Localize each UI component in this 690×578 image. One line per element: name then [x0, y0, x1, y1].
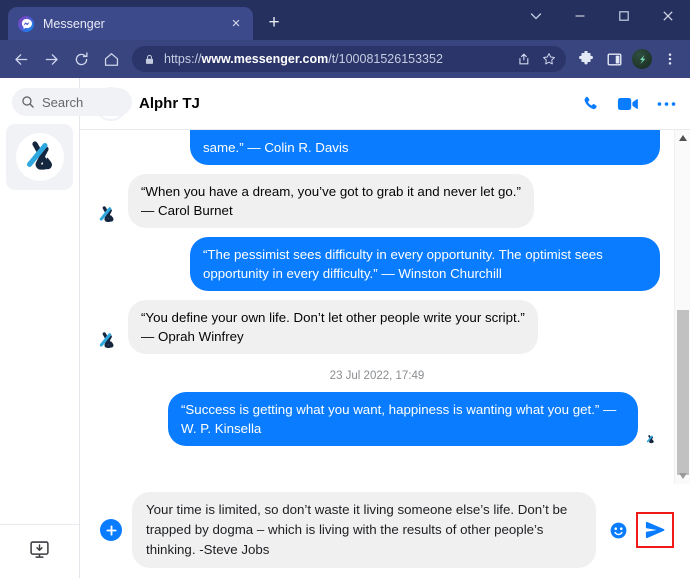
- desktop-download-icon[interactable]: [29, 539, 50, 565]
- star-icon[interactable]: [536, 47, 562, 71]
- lock-icon: [144, 54, 155, 65]
- sidebar-thread-alphr[interactable]: [6, 124, 73, 190]
- message-bubble-outgoing[interactable]: “Success is getting what you want, happi…: [168, 392, 638, 446]
- side-panel-icon[interactable]: [600, 45, 628, 73]
- tab-close-icon[interactable]: ×: [227, 16, 245, 31]
- message-list: same.” — Colin R. Davis “When you have a…: [80, 130, 674, 461]
- three-dot-menu-icon[interactable]: [656, 45, 684, 73]
- back-arrow-icon[interactable]: [6, 44, 36, 74]
- home-icon[interactable]: [96, 44, 126, 74]
- scroll-up-arrow-icon[interactable]: [675, 130, 690, 146]
- search-placeholder: Search: [42, 94, 84, 110]
- message-bubble-outgoing[interactable]: same.” — Colin R. Davis: [190, 130, 660, 165]
- page-content: Search Alphr TJ same.” — Colin R. Davis …: [0, 78, 690, 578]
- messenger-favicon-icon: [18, 15, 34, 32]
- url-path: /t/100081526153352: [328, 52, 443, 66]
- browser-tab-messenger[interactable]: Messenger ×: [8, 7, 253, 40]
- message-bubble-outgoing[interactable]: “The pessimist sees difficulty in every …: [190, 237, 660, 291]
- forward-arrow-icon[interactable]: [36, 44, 66, 74]
- message-timestamp: 23 Jul 2022, 17:49: [329, 370, 425, 382]
- window-controls: [514, 0, 690, 40]
- url-scheme: https://: [164, 52, 202, 66]
- more-options-icon[interactable]: [657, 101, 676, 107]
- scrollbar-thumb[interactable]: [677, 310, 689, 475]
- minimize-icon[interactable]: [558, 0, 602, 31]
- message-bubble-incoming[interactable]: “When you have a dream, you’ve got to gr…: [128, 174, 534, 228]
- message-composer: Your time is limited, so don’t waste it …: [80, 484, 690, 578]
- message-bubble-incoming[interactable]: “You define your own life. Don’t let oth…: [128, 300, 538, 354]
- browser-window: Messenger × + https://www.messenger.com/…: [0, 0, 690, 578]
- share-icon[interactable]: [510, 47, 536, 71]
- browser-toolbar: https://www.messenger.com/t/100081526153…: [0, 40, 690, 78]
- address-bar[interactable]: https://www.messenger.com/t/100081526153…: [132, 46, 566, 72]
- send-paper-plane-icon: [645, 521, 665, 539]
- chat-header: Alphr TJ: [80, 78, 690, 130]
- thread-scrollbar[interactable]: [674, 130, 690, 484]
- alphr-logo-avatar: [15, 133, 64, 181]
- tab-title: Messenger: [43, 16, 105, 31]
- message-row: same.” — Colin R. Davis: [94, 130, 660, 165]
- messenger-sidebar: Search: [0, 78, 132, 578]
- close-icon[interactable]: [646, 0, 690, 31]
- message-avatar: [94, 328, 120, 354]
- phone-icon[interactable]: [580, 94, 599, 113]
- emoji-smiley-icon[interactable]: [606, 518, 630, 542]
- tab-strip: Messenger × +: [0, 0, 690, 40]
- url-text: https://www.messenger.com/t/100081526153…: [164, 52, 510, 66]
- plus-circle-icon[interactable]: [100, 519, 122, 541]
- message-row: “When you have a dream, you’ve got to gr…: [94, 174, 660, 228]
- message-thread: same.” — Colin R. Davis “When you have a…: [80, 130, 690, 484]
- seen-receipt-avatar: [644, 433, 660, 446]
- puzzle-icon[interactable]: [572, 45, 600, 73]
- scroll-down-arrow-icon[interactable]: [675, 468, 690, 484]
- chat-header-actions: [580, 94, 676, 113]
- search-icon: [21, 95, 35, 109]
- message-row: “The pessimist sees difficulty in every …: [94, 237, 660, 291]
- message-draft-text[interactable]: Your time is limited, so don’t waste it …: [146, 500, 582, 560]
- search-input[interactable]: Search: [12, 88, 132, 116]
- reload-icon[interactable]: [66, 44, 96, 74]
- chat-contact-name: Alphr TJ: [139, 95, 200, 112]
- chat-panel: Alphr TJ same.” — Colin R. Davis “When y…: [80, 78, 690, 578]
- message-row: “Success is getting what you want, happi…: [94, 392, 660, 446]
- sidebar-footer: [0, 524, 79, 578]
- new-tab-button[interactable]: +: [259, 8, 289, 38]
- url-host: www.messenger.com: [201, 52, 329, 66]
- message-avatar: [94, 202, 120, 228]
- message-input[interactable]: Your time is limited, so don’t waste it …: [132, 492, 596, 568]
- profile-avatar[interactable]: [628, 45, 656, 73]
- maximize-icon[interactable]: [602, 0, 646, 31]
- message-row: “You define your own life. Don’t let oth…: [94, 300, 660, 354]
- chevron-down-icon[interactable]: [514, 0, 558, 31]
- send-button[interactable]: [636, 512, 674, 548]
- video-camera-icon[interactable]: [617, 95, 639, 113]
